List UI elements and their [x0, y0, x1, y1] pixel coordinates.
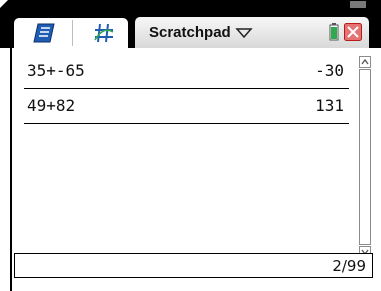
- close-icon[interactable]: [344, 23, 362, 41]
- entry-line[interactable]: 2/99: [14, 253, 373, 278]
- corner-notch-icon: [0, 0, 8, 8]
- tab-separator: [72, 20, 73, 46]
- calculator-tab-icon[interactable]: [32, 22, 56, 44]
- history-result: 131: [315, 96, 344, 115]
- tab-bar: Scratchpad: [0, 0, 381, 48]
- history-expression: 49+82: [27, 96, 76, 115]
- scrollbar-track[interactable]: [359, 69, 371, 245]
- tab-scratchpad[interactable]: Scratchpad: [135, 17, 369, 48]
- history-row[interactable]: 49+82 131: [24, 89, 349, 124]
- tab-group-apps: [14, 18, 128, 48]
- history-expression: 35+-65: [27, 61, 85, 80]
- graphs-tab-icon[interactable]: [93, 22, 115, 44]
- scratchpad-screen: Scratchpad 35+-65 -30 49+82 131 2/99: [0, 0, 381, 291]
- chevron-down-icon[interactable]: [235, 26, 253, 40]
- history-row[interactable]: 35+-65 -30: [24, 54, 349, 89]
- tab-title-label: Scratchpad: [149, 24, 231, 41]
- scroll-up-arrow-icon[interactable]: [359, 56, 371, 68]
- history-result: -30: [315, 61, 344, 80]
- left-rule: [10, 48, 12, 291]
- battery-icon: [329, 23, 339, 41]
- status-indicator-icon: [350, 1, 366, 8]
- history-count: 2/99: [332, 257, 366, 275]
- history-area[interactable]: 35+-65 -30 49+82 131: [14, 48, 373, 281]
